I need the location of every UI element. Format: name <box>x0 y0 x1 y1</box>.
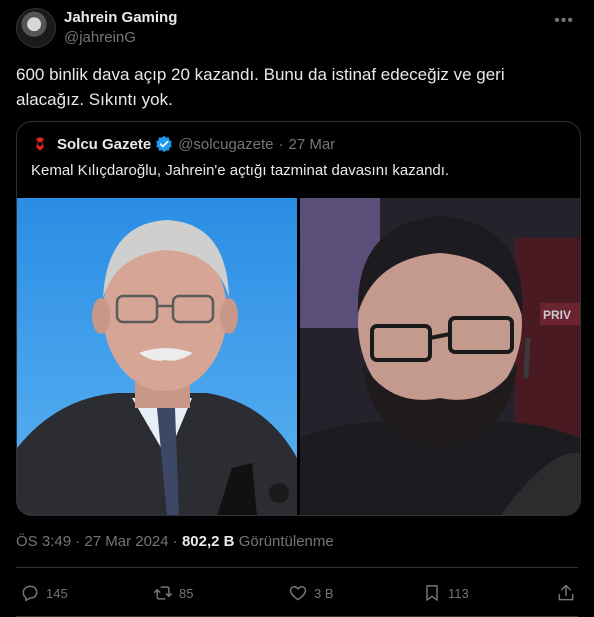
view-count-label: Görüntülenme <box>238 533 334 550</box>
reply-icon <box>22 585 38 602</box>
tweet-header: Jahrein Gaming @jahreinG ••• <box>16 8 578 48</box>
photo-politician[interactable] <box>17 198 297 515</box>
repost-icon <box>153 586 173 600</box>
share-icon <box>558 584 574 601</box>
share-button[interactable] <box>556 578 582 608</box>
quoted-media[interactable]: PRIV <box>17 198 580 515</box>
repost-button[interactable]: 85 <box>153 578 193 608</box>
photo-streamer[interactable]: PRIV <box>300 198 580 515</box>
tweet-time[interactable]: ÖS 3:49 <box>16 533 71 550</box>
tweet-text: 600 binlik dava açıp 20 kazandı. Bunu da… <box>16 65 505 109</box>
bookmark-icon <box>426 585 438 601</box>
verified-badge-icon <box>156 135 173 153</box>
quoted-author-name[interactable]: Solcu Gazete <box>57 136 151 153</box>
quoted-author-handle[interactable]: @solcugazete <box>178 136 273 153</box>
svg-text:PRIV: PRIV <box>543 308 571 322</box>
quoted-tweet[interactable]: Solcu Gazete @solcugazete · 27 Mar Kemal… <box>16 121 581 516</box>
more-options-icon[interactable]: ••• <box>554 12 574 30</box>
reply-count: 145 <box>46 585 68 601</box>
quoted-tweet-header: Solcu Gazete @solcugazete · 27 Mar <box>31 134 335 154</box>
action-bar: 145 85 3 B 113 <box>16 578 578 608</box>
bookmark-count: 113 <box>448 585 469 601</box>
bookmark-button[interactable]: 113 <box>422 578 469 608</box>
repost-count: 85 <box>179 585 194 601</box>
like-icon <box>289 586 307 601</box>
meta-separator: · <box>172 533 178 550</box>
view-count: 802,2 B <box>181 533 235 550</box>
meta-separator: · <box>75 533 81 550</box>
like-button[interactable]: 3 B <box>288 578 334 608</box>
like-count: 3 B <box>314 585 334 601</box>
reply-button[interactable]: 145 <box>20 578 68 608</box>
tweet-meta: ÖS 3:49 · 27 Mar 2024 · 802,2 B Görüntül… <box>16 533 334 550</box>
quoted-separator: · <box>278 135 284 153</box>
author-avatar[interactable] <box>16 8 56 48</box>
quoted-tweet-text: Kemal Kılıçdaroğlu, Jahrein'e açtığı taz… <box>31 162 450 179</box>
tweet-date[interactable]: 27 Mar 2024 <box>84 533 168 550</box>
solcu-gazete-logo-icon <box>31 135 49 153</box>
quoted-date[interactable]: 27 Mar <box>288 136 335 153</box>
author-handle[interactable]: @jahreinG <box>64 29 136 46</box>
author-name[interactable]: Jahrein Gaming <box>64 9 177 26</box>
divider <box>16 567 578 568</box>
